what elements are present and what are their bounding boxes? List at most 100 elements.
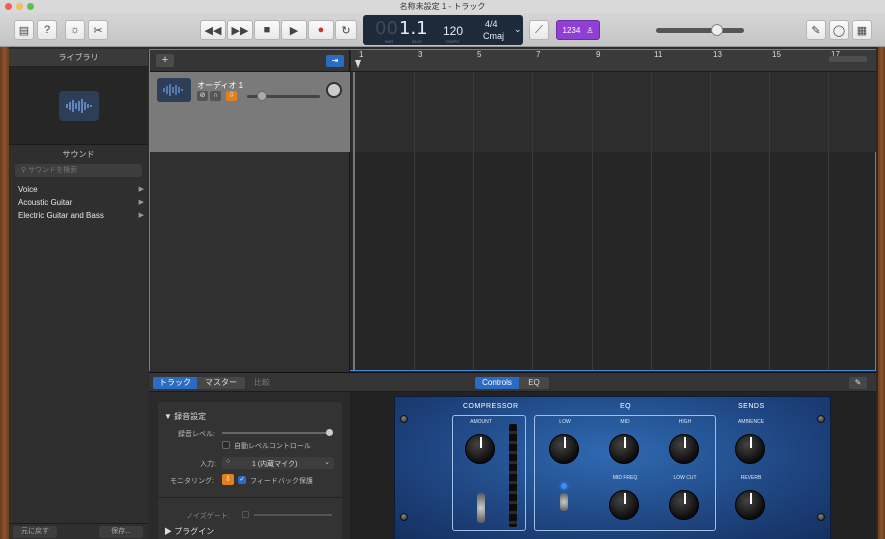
notepad-button[interactable]: ✎ (806, 20, 826, 40)
monitoring-icon[interactable]: ⇩ (222, 474, 234, 485)
save-button[interactable]: 保存... (99, 526, 143, 538)
tab-controls[interactable]: Controls (475, 377, 519, 389)
timeline-ruler[interactable]: 1 3 5 7 9 11 13 15 17 (351, 50, 876, 72)
ruler-tick: 9 (596, 50, 601, 59)
reverb-knob[interactable] (735, 490, 765, 520)
mid-knob[interactable] (609, 434, 639, 464)
feedback-protection-label: フィードバック保護 (250, 478, 313, 485)
eq-toggle-switch[interactable] (560, 493, 568, 511)
input-monitoring-icon[interactable]: ⇩ (226, 91, 237, 101)
knob-label-ambience: AMBIENCE (737, 419, 765, 425)
tab-track[interactable]: トラック (153, 377, 197, 389)
chevron-right-icon: ▶ (138, 199, 144, 206)
recording-settings-header[interactable]: ▼ 録音設定 (164, 411, 206, 422)
screw-icon (400, 415, 408, 423)
input-select[interactable]: ○ 1 (内蔵マイク) ⌄ (222, 457, 334, 469)
track-header-toolbar: + ⇥ (150, 50, 349, 72)
noise-gate-slider[interactable] (254, 514, 332, 516)
low-cut-knob[interactable] (669, 490, 699, 520)
feedback-protection-checkbox[interactable]: ✓ (238, 476, 246, 484)
ruler-tick: 11 (654, 50, 663, 59)
library-panel: ライブラリ サウンド ⚲ サウンドを検索 Voice ▶ Acoustic Gui… (9, 49, 148, 539)
rec-level-thumb[interactable] (326, 429, 333, 436)
ambience-knob[interactable] (735, 434, 765, 464)
knob-label-low: LOW (559, 419, 571, 425)
track-headers: + ⇥ オーディオ 1 ⊘ ∩ ⇩ (150, 50, 350, 372)
play-button[interactable]: ▶ (281, 20, 307, 40)
forward-button[interactable]: ▶▶ (227, 20, 253, 40)
tab-master[interactable]: マスター (197, 377, 245, 389)
help-button[interactable]: ? (37, 20, 57, 40)
loop-browser-button[interactable]: ◯ (829, 20, 849, 40)
noise-gate-checkbox[interactable] (242, 511, 249, 518)
amount-knob[interactable] (465, 434, 495, 464)
lcd-chevron-down-icon[interactable]: ⌄ (514, 24, 522, 35)
count-in-button[interactable]: 1234 ♙ (556, 20, 600, 40)
disclosure-triangle-icon: ▶ (164, 527, 175, 536)
screw-icon (817, 415, 825, 423)
category-label: Electric Guitar and Bass (18, 211, 104, 220)
master-volume-slider[interactable] (656, 28, 744, 33)
eq-title: EQ (620, 403, 632, 410)
track-name[interactable]: オーディオ 1 (197, 80, 243, 91)
close-icon[interactable] (5, 3, 12, 10)
knob-label-reverb: REVERB (740, 475, 762, 481)
help-icon: ? (43, 24, 51, 36)
tab-eq[interactable]: EQ (519, 377, 549, 389)
editors-button[interactable]: ✂ (88, 20, 108, 40)
playhead-marker[interactable] (355, 60, 361, 68)
chevron-right-icon: ▶ (138, 212, 144, 219)
category-item-acoustic-guitar[interactable]: Acoustic Guitar ▶ (9, 196, 148, 209)
auto-level-checkbox[interactable] (222, 441, 230, 449)
tab-compare[interactable]: 比較 (249, 377, 275, 389)
mute-icon[interactable]: ⊘ (197, 91, 208, 101)
lcd-tempo-label: TEMPO (445, 39, 460, 44)
rec-level-label: 録音レベル: (178, 431, 215, 438)
media-icon: ▦ (856, 24, 868, 37)
add-track-button[interactable]: + (156, 54, 174, 67)
edit-pencil-button[interactable]: ✎ (849, 377, 867, 389)
zoom-icon[interactable] (27, 3, 34, 10)
ruler-tick: 13 (713, 50, 722, 59)
grid-line (414, 72, 415, 370)
high-knob[interactable] (669, 434, 699, 464)
ruler-tick: 7 (536, 50, 541, 59)
input-channel-icon: ○ (226, 458, 231, 465)
revert-button[interactable]: 元に戻す (13, 526, 57, 538)
play-icon: ▶ (289, 24, 299, 37)
track-pan-knob[interactable] (326, 82, 342, 98)
smart-controls-button[interactable]: ☼ (65, 20, 85, 40)
sound-search-input[interactable]: ⚲ サウンドを検索 (15, 164, 142, 177)
lcd-beat-label: BEAT (412, 39, 423, 44)
minimize-icon[interactable] (16, 3, 23, 10)
library-button[interactable]: ▤ (14, 20, 34, 40)
low-knob[interactable] (549, 434, 579, 464)
mid-freq-knob[interactable] (609, 490, 639, 520)
category-item-voice[interactable]: Voice ▶ (9, 183, 148, 196)
vocal-smart-controls: COMPRESSOR EQ SENDS AMOUNT LOW MID HIGH … (394, 396, 831, 539)
record-button[interactable]: ● (308, 20, 334, 40)
rec-level-slider[interactable] (222, 432, 330, 434)
title-bar: 名称未設定 1 - トラック (0, 0, 885, 13)
catch-playhead-button[interactable]: ⇥ (326, 55, 344, 67)
grid-line (710, 72, 711, 370)
track-volume-thumb[interactable] (257, 91, 267, 101)
metronome-icon: ♙ (586, 25, 594, 35)
cycle-button[interactable]: ↻ (335, 20, 357, 40)
media-browser-button[interactable]: ▦ (852, 20, 872, 40)
grid-line (592, 72, 593, 370)
library-footer: 元に戻す 保存... (9, 523, 148, 539)
track-region-lane[interactable] (351, 72, 876, 152)
tuner-button[interactable]: ⟋ (529, 20, 549, 40)
zoom-slider[interactable] (829, 56, 867, 62)
stop-button[interactable]: ■ (254, 20, 280, 40)
rewind-button[interactable]: ◀◀ (200, 20, 226, 40)
plugins-header[interactable]: ▶ プラグイン (164, 526, 214, 537)
headphones-icon[interactable]: ∩ (210, 91, 221, 101)
smart-controls-toolbar: トラック マスター 比較 Controls EQ ✎ (149, 373, 876, 392)
lcd-display[interactable]: 00 1.1 BAR BEAT 120 TEMPO 4/4 Cmaj ⌄ (363, 15, 523, 45)
master-volume-thumb[interactable] (711, 24, 723, 36)
ruler-tick: 3 (418, 50, 423, 59)
compressor-toggle-switch[interactable] (477, 493, 485, 523)
category-item-electric-guitar-bass[interactable]: Electric Guitar and Bass ▶ (9, 209, 148, 222)
